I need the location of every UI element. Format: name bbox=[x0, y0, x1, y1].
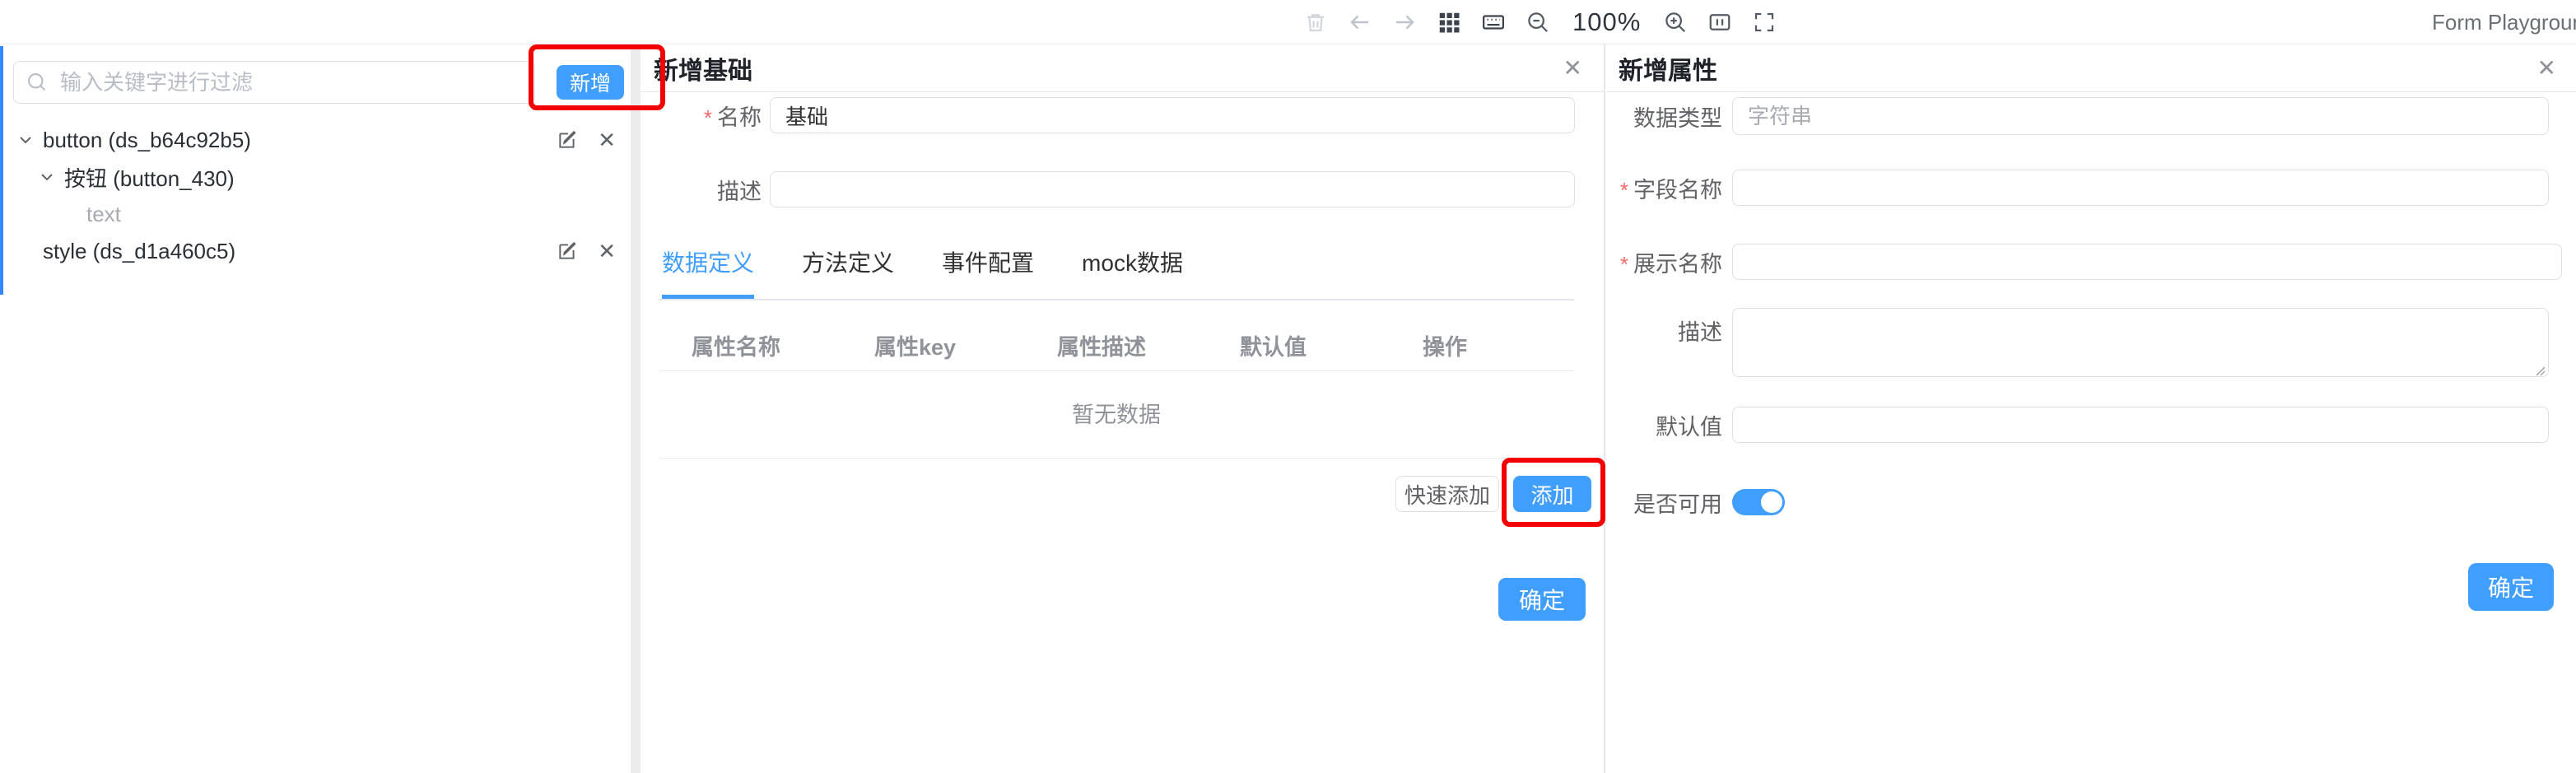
default-value-label: 默认值 bbox=[1607, 409, 1722, 441]
top-toolbar: 100% Form Playground F bbox=[0, 0, 2576, 44]
add-new-button[interactable]: 新增 bbox=[557, 65, 624, 100]
canvas-toolbar: 100% bbox=[1302, 0, 1777, 44]
display-name-input[interactable] bbox=[1732, 244, 2562, 280]
empty-state-text: 暂无数据 bbox=[659, 397, 1574, 429]
zoom-in-icon[interactable] bbox=[1662, 9, 1689, 35]
table-divider bbox=[659, 370, 1574, 371]
close-icon[interactable]: ✕ bbox=[1563, 57, 1582, 80]
tree-item-label: style (ds_d1a460c5) bbox=[43, 239, 235, 264]
property-table-header: 属性名称 属性key 属性描述 默认值 操作 bbox=[692, 329, 1605, 361]
default-value-input[interactable] bbox=[1732, 407, 2549, 443]
tab-mock-data[interactable]: mock数据 bbox=[1082, 245, 1183, 299]
quick-add-button[interactable]: 快速添加 bbox=[1395, 476, 1499, 512]
tree-row-button[interactable]: button (ds_b64c92b5) ✕ bbox=[0, 122, 631, 158]
dialog-header: 新增属性 ✕ bbox=[1607, 44, 2576, 92]
desc-textarea[interactable] bbox=[1732, 308, 2549, 377]
search-icon bbox=[26, 71, 49, 94]
trash-icon[interactable] bbox=[1302, 9, 1329, 35]
component-tree-panel: 新增 button (ds_b64c92b5) ✕ 按钮 (button_430… bbox=[0, 44, 631, 773]
chevron-down-icon[interactable] bbox=[36, 166, 58, 188]
app-title: Form Playground F bbox=[2432, 0, 2576, 44]
data-type-label: 数据类型 bbox=[1607, 100, 1722, 133]
table-divider bbox=[659, 458, 1574, 459]
scrollbar[interactable] bbox=[631, 44, 641, 773]
desc-input[interactable] bbox=[770, 171, 1575, 207]
chevron-down-icon[interactable] bbox=[15, 129, 36, 151]
zoom-level: 100% bbox=[1569, 7, 1644, 37]
add-property-button[interactable]: 添加 bbox=[1513, 476, 1591, 512]
add-attribute-dialog: 新增属性 ✕ 数据类型 *字段名称 *展示名称 描述 默认值 是否可用 确定 bbox=[1607, 44, 2576, 773]
name-label: *名称 bbox=[641, 100, 762, 132]
confirm-button[interactable]: 确定 bbox=[2468, 563, 2554, 611]
fullscreen-icon[interactable] bbox=[1751, 9, 1777, 35]
toggle-knob bbox=[1761, 491, 1782, 513]
component-panel-icon[interactable] bbox=[1707, 9, 1733, 35]
field-name-input[interactable] bbox=[1732, 170, 2549, 206]
close-icon[interactable]: ✕ bbox=[598, 129, 616, 151]
dialog-title: 新增基础 bbox=[654, 50, 752, 86]
search-input[interactable] bbox=[60, 70, 523, 95]
edit-icon[interactable] bbox=[557, 240, 578, 262]
dialog-tabs: 数据定义 方法定义 事件配置 mock数据 bbox=[659, 245, 1574, 300]
required-asterisk: * bbox=[704, 105, 712, 130]
edit-icon[interactable] bbox=[557, 129, 578, 151]
keyboard-icon[interactable] bbox=[1480, 9, 1507, 35]
col-header: 属性描述 bbox=[1057, 329, 1240, 361]
col-header: 默认值 bbox=[1240, 329, 1423, 361]
confirm-button[interactable]: 确定 bbox=[1498, 578, 1586, 621]
name-input[interactable] bbox=[770, 97, 1575, 133]
desc-label: 描述 bbox=[1607, 308, 1722, 347]
tab-event-config[interactable]: 事件配置 bbox=[942, 245, 1034, 299]
required-asterisk: * bbox=[1620, 178, 1628, 203]
tree-item-label: button (ds_b64c92b5) bbox=[43, 128, 251, 153]
tree-row-text[interactable]: text bbox=[0, 196, 631, 232]
field-name-label: *字段名称 bbox=[1607, 172, 1722, 204]
dialog-header: 新增基础 ✕ bbox=[641, 44, 1604, 92]
col-header: 操作 bbox=[1423, 329, 1605, 361]
data-type-input[interactable] bbox=[1732, 97, 2549, 135]
tree-row-style[interactable]: style (ds_d1a460c5) ✕ bbox=[0, 233, 631, 269]
enabled-label: 是否可用 bbox=[1607, 487, 1722, 519]
redo-arrow-icon[interactable] bbox=[1391, 9, 1418, 35]
dialog-title: 新增属性 bbox=[1619, 50, 1717, 86]
grid-icon[interactable] bbox=[1436, 9, 1462, 35]
add-base-dialog: 新增基础 ✕ *名称 描述 数据定义 方法定义 事件配置 mock数据 属性名称… bbox=[641, 44, 1605, 773]
close-icon[interactable]: ✕ bbox=[2537, 57, 2556, 80]
display-name-label: *展示名称 bbox=[1607, 246, 1722, 278]
tree-item-label: 按钮 (button_430) bbox=[64, 162, 235, 193]
required-asterisk: * bbox=[1620, 252, 1628, 277]
col-header: 属性key bbox=[874, 329, 1057, 361]
enabled-toggle[interactable] bbox=[1732, 489, 1785, 515]
tree-row-anniu[interactable]: 按钮 (button_430) bbox=[0, 159, 631, 195]
close-icon[interactable]: ✕ bbox=[598, 240, 616, 262]
panel-accent-border bbox=[0, 46, 3, 295]
tree-item-label: text bbox=[86, 202, 121, 227]
search-box bbox=[13, 61, 535, 104]
zoom-out-icon[interactable] bbox=[1525, 9, 1551, 35]
undo-arrow-icon[interactable] bbox=[1347, 9, 1373, 35]
desc-label: 描述 bbox=[641, 174, 762, 206]
tab-data-definition[interactable]: 数据定义 bbox=[662, 245, 754, 299]
tab-method-definition[interactable]: 方法定义 bbox=[802, 245, 894, 299]
col-header: 属性名称 bbox=[692, 329, 874, 361]
